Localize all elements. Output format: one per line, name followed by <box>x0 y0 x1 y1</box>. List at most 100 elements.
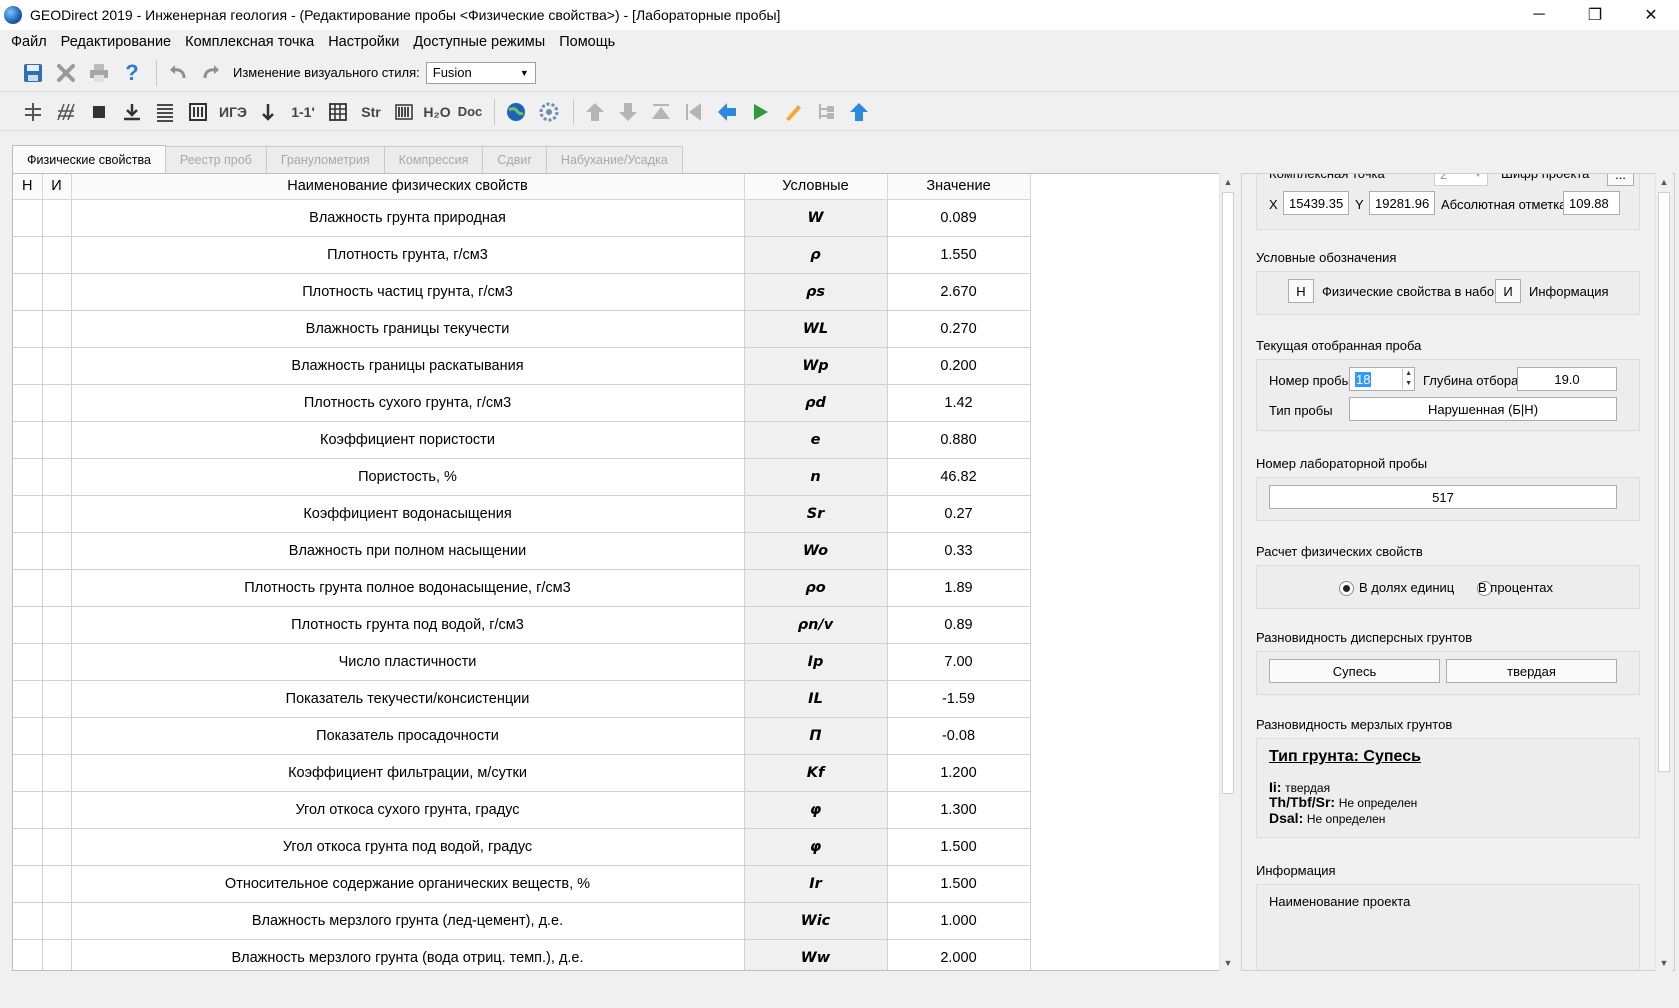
cell-property-value[interactable]: 0.27 <box>887 495 1031 533</box>
spin-up-icon[interactable]: ▲ <box>1405 369 1412 379</box>
table-scrollbar[interactable]: ▲ ▼ <box>1219 173 1236 971</box>
table-row[interactable]: Число пластичности Ip 7.00 <box>13 643 1031 681</box>
scroll-up-icon[interactable]: ▲ <box>1656 173 1672 190</box>
table-grid-icon[interactable] <box>323 97 353 127</box>
scroll-up-icon[interactable]: ▲ <box>1220 173 1236 190</box>
depth-field[interactable]: 19.0 <box>1517 367 1617 391</box>
doc-button[interactable]: Doc <box>455 97 485 127</box>
cell-property-value[interactable]: 1.300 <box>887 791 1031 829</box>
sample-number-spinbox[interactable]: 18 ▲ ▼ <box>1349 367 1415 391</box>
delete-icon[interactable] <box>51 58 81 88</box>
table-row[interactable]: Влажность мерзлого грунта (лед-цемент), … <box>13 902 1031 940</box>
cell-i-checkbox[interactable] <box>42 717 72 755</box>
y-coordinate-field[interactable]: 19281.96 <box>1369 191 1435 215</box>
cell-property-value[interactable]: 1.200 <box>887 754 1031 792</box>
cell-property-value[interactable]: 1.42 <box>887 384 1031 422</box>
project-code-browse-button[interactable]: ... <box>1607 174 1634 186</box>
column-header-value[interactable]: Значение <box>887 174 1031 200</box>
arrow-down-icon[interactable] <box>253 97 283 127</box>
cell-n-checkbox[interactable] <box>13 421 43 459</box>
table-row[interactable]: Коэффициент пористости e 0.880 <box>13 421 1031 459</box>
menu-modes[interactable]: Доступные режимы <box>406 34 552 50</box>
move-first-icon[interactable] <box>679 97 709 127</box>
menu-settings[interactable]: Настройки <box>321 34 406 50</box>
cell-i-checkbox[interactable] <box>42 865 72 903</box>
menu-help[interactable]: Помощь <box>552 34 622 50</box>
cell-n-checkbox[interactable] <box>13 828 43 866</box>
tab-shear[interactable]: Сдвиг <box>482 146 547 173</box>
cell-n-checkbox[interactable] <box>13 606 43 644</box>
table-row[interactable]: Влажность при полном насыщении Wo 0.33 <box>13 532 1031 570</box>
minimize-button[interactable]: ─ <box>1511 0 1567 30</box>
cell-i-checkbox[interactable] <box>42 199 72 237</box>
cell-property-value[interactable]: 1.500 <box>887 865 1031 903</box>
table-row[interactable]: Показатель текучести/консистенции IL -1.59 <box>13 680 1031 718</box>
cell-n-checkbox[interactable] <box>13 347 43 385</box>
upload-icon[interactable] <box>844 97 874 127</box>
move-up-icon[interactable] <box>580 97 610 127</box>
tab-sample-registry[interactable]: Реестр проб <box>164 146 267 173</box>
cell-i-checkbox[interactable] <box>42 791 72 829</box>
cell-property-value[interactable]: 46.82 <box>887 458 1031 496</box>
cell-i-checkbox[interactable] <box>42 347 72 385</box>
cell-n-checkbox[interactable] <box>13 939 43 970</box>
column-header-name[interactable]: Наименование физических свойств <box>71 174 745 200</box>
soil-consistency-button[interactable]: твердая <box>1446 659 1617 683</box>
sample-type-field[interactable]: Нарушенная (Б|Н) <box>1349 397 1617 421</box>
cell-n-checkbox[interactable] <box>13 199 43 237</box>
table-row[interactable]: Пористость, % n 46.82 <box>13 458 1031 496</box>
cell-i-checkbox[interactable] <box>42 902 72 940</box>
table-row[interactable]: Влажность грунта природная W 0.089 <box>13 199 1031 237</box>
cell-n-checkbox[interactable] <box>13 495 43 533</box>
x-coordinate-field[interactable]: 15439.35 <box>1283 191 1349 215</box>
ige-button[interactable]: ИГЭ <box>216 97 250 127</box>
cell-n-checkbox[interactable] <box>13 236 43 274</box>
cell-n-checkbox[interactable] <box>13 458 43 496</box>
section-button[interactable]: 1-1' <box>286 97 320 127</box>
undo-icon[interactable] <box>163 58 193 88</box>
cell-i-checkbox[interactable] <box>42 754 72 792</box>
cell-i-checkbox[interactable] <box>42 569 72 607</box>
cell-i-checkbox[interactable] <box>42 680 72 718</box>
scrollbar-thumb[interactable] <box>1222 192 1234 794</box>
table-row[interactable]: Относительное содержание органических ве… <box>13 865 1031 903</box>
tree-icon[interactable] <box>811 97 841 127</box>
spin-down-icon[interactable]: ▼ <box>1405 379 1412 389</box>
cell-i-checkbox[interactable] <box>42 532 72 570</box>
pencil-icon[interactable] <box>778 97 808 127</box>
cell-n-checkbox[interactable] <box>13 717 43 755</box>
str-button[interactable]: Str <box>356 97 386 127</box>
cell-property-value[interactable]: 1.550 <box>887 236 1031 274</box>
abs-elevation-field[interactable]: 109.88 <box>1563 191 1620 215</box>
scrollbar-thumb[interactable] <box>1658 192 1670 772</box>
move-down-icon[interactable] <box>613 97 643 127</box>
cell-n-checkbox[interactable] <box>13 865 43 903</box>
cell-i-checkbox[interactable] <box>42 828 72 866</box>
menu-file[interactable]: Файл <box>4 34 54 50</box>
tab-swelling-shrinkage[interactable]: Набухание/Усадка <box>545 146 683 173</box>
table-row[interactable]: Угол откоса грунта под водой, градус φ 1.5… <box>13 828 1031 866</box>
cell-n-checkbox[interactable] <box>13 384 43 422</box>
column-header-symbol[interactable]: Условные <box>744 174 888 200</box>
scroll-down-icon[interactable]: ▼ <box>1656 954 1672 971</box>
print-icon[interactable] <box>84 58 114 88</box>
column-header-n[interactable]: Н <box>13 174 43 200</box>
cell-i-checkbox[interactable] <box>42 606 72 644</box>
table-row[interactable]: Плотность сухого грунта, г/см3 ρd 1.42 <box>13 384 1031 422</box>
barcode-icon[interactable] <box>389 97 419 127</box>
cell-property-value[interactable]: 1.000 <box>887 902 1031 940</box>
table-row[interactable]: Влажность границы текучести WL 0.270 <box>13 310 1031 348</box>
table-row[interactable]: Коэффициент водонасыщения Sr 0.27 <box>13 495 1031 533</box>
table-row[interactable]: Плотность грунта полное водонасыщение, г… <box>13 569 1031 607</box>
grid-box-icon[interactable] <box>183 97 213 127</box>
tab-granulometry[interactable]: Гранулометрия <box>265 146 385 173</box>
cell-property-value[interactable]: 0.880 <box>887 421 1031 459</box>
column-header-i[interactable]: И <box>42 174 72 200</box>
cell-property-value[interactable]: -1.59 <box>887 680 1031 718</box>
cell-property-value[interactable]: 0.89 <box>887 606 1031 644</box>
calc-fraction-label[interactable]: В долях единиц <box>1359 580 1454 595</box>
calc-fraction-radio[interactable] <box>1339 581 1354 597</box>
cell-n-checkbox[interactable] <box>13 310 43 348</box>
gear-icon[interactable] <box>534 97 564 127</box>
cell-i-checkbox[interactable] <box>42 458 72 496</box>
